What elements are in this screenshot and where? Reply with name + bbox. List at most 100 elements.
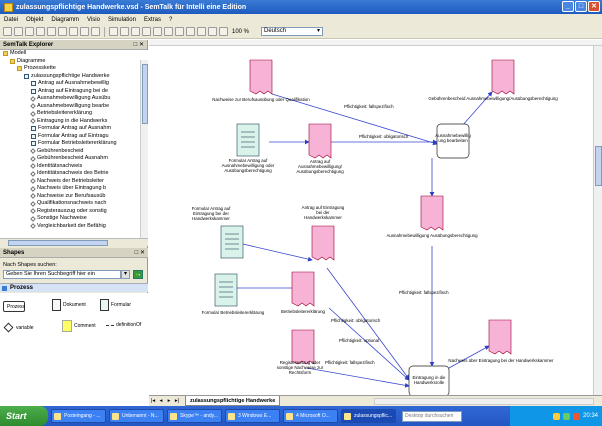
- tray-icon[interactable]: [552, 412, 560, 420]
- back-icon[interactable]: [109, 27, 118, 36]
- desktop-search-input[interactable]: Desktop durchsuchen: [402, 410, 462, 422]
- tree-item[interactable]: Antrag auf Ausnahmebewillig: [0, 80, 148, 88]
- form-betriebsleiter[interactable]: [214, 273, 238, 307]
- tree-item[interactable]: Formular Betriebsleitererklärung: [0, 140, 148, 148]
- stencil-prozess[interactable]: Prozess: [0, 283, 148, 292]
- tree-item[interactable]: Ausnahmebewilligung bearbe: [0, 103, 148, 111]
- properties-icon[interactable]: [80, 27, 89, 36]
- tree-item[interactable]: Qualifikationsnachweis nach: [0, 200, 148, 208]
- document-antrag-eintragung[interactable]: [311, 225, 335, 261]
- document-antrag-ausnahme[interactable]: [308, 123, 332, 159]
- explorer-hscroll[interactable]: [0, 238, 148, 246]
- tree-item[interactable]: Gebührenbescheid Ausnahm: [0, 155, 148, 163]
- tree-item[interactable]: Prozesskette: [0, 65, 148, 73]
- minimize-button[interactable]: _: [562, 1, 574, 12]
- form-eintragung[interactable]: [220, 225, 244, 259]
- task-item-active[interactable]: zulassungspflic...: [341, 409, 396, 423]
- diagram-vscroll[interactable]: [593, 46, 602, 395]
- print-icon[interactable]: [36, 27, 45, 36]
- task-item[interactable]: Unbenannt - N...: [109, 409, 164, 423]
- explorer-close-icon[interactable]: □ ✕: [134, 40, 144, 50]
- search-go-button[interactable]: →: [133, 270, 143, 279]
- tree-item[interactable]: Formular Antrag auf Eintragu: [0, 133, 148, 141]
- menu-extras[interactable]: Extras: [144, 17, 161, 23]
- prev-sheet-icon[interactable]: ◂: [157, 398, 165, 404]
- tray-icon[interactable]: [572, 412, 580, 420]
- scroll-thumb[interactable]: [8, 240, 108, 246]
- tree-item[interactable]: Registerauszug oder sonstig: [0, 208, 148, 216]
- start-button[interactable]: Start: [0, 406, 48, 426]
- explorer-vscroll[interactable]: [140, 60, 148, 238]
- menu-help[interactable]: ?: [169, 17, 172, 23]
- menu-objekt[interactable]: Objekt: [26, 17, 43, 23]
- menu-diagramm[interactable]: Diagramm: [51, 17, 79, 23]
- diagram-canvas[interactable]: Nachweise zur Berufsausübung oder Qualif…: [149, 46, 593, 395]
- zoom-icon[interactable]: [219, 27, 228, 36]
- grid-icon[interactable]: [186, 27, 195, 36]
- tree-item[interactable]: Modell: [0, 50, 148, 58]
- text-icon[interactable]: [164, 27, 173, 36]
- sheet-tab[interactable]: zulassungspflichtige Handwerke: [185, 396, 281, 406]
- close-button[interactable]: ✕: [588, 1, 600, 12]
- tree-item[interactable]: Gebührenbescheid: [0, 148, 148, 156]
- next-sheet-icon[interactable]: ▸: [165, 398, 173, 404]
- scroll-thumb[interactable]: [142, 64, 148, 124]
- scroll-thumb[interactable]: [595, 146, 602, 186]
- shape-search-input[interactable]: Geben Sie Ihren Suchbegriff hier ein: [3, 270, 121, 279]
- form-ausnahme[interactable]: [236, 123, 260, 157]
- tree-item[interactable]: Eintragung in die Handwerks: [0, 118, 148, 126]
- zoom-level[interactable]: 100 %: [232, 29, 249, 35]
- forward-icon[interactable]: [120, 27, 129, 36]
- tree-item[interactable]: Betriebsleitererklärung: [0, 110, 148, 118]
- diagram-hscroll[interactable]: [374, 398, 594, 405]
- down-icon[interactable]: [131, 27, 140, 36]
- shape-definition[interactable]: definitionOf: [106, 322, 141, 328]
- tray-icon[interactable]: [562, 412, 570, 420]
- table-icon[interactable]: [197, 27, 206, 36]
- tree-item[interactable]: Diagramme: [0, 58, 148, 66]
- menu-datei[interactable]: Datei: [4, 17, 18, 23]
- pointer-icon[interactable]: [142, 27, 151, 36]
- search-dropdown-icon[interactable]: ▾: [121, 270, 130, 279]
- tree-item[interactable]: Ausnahmebewilligung Ausübu: [0, 95, 148, 103]
- shape-prozess[interactable]: Prozess: [3, 301, 25, 312]
- preview-icon[interactable]: [47, 27, 56, 36]
- connector-icon[interactable]: [153, 27, 162, 36]
- tree-item[interactable]: Nachweis über Eintragung b: [0, 185, 148, 193]
- menu-visio[interactable]: Visio: [87, 17, 100, 23]
- shape-dokument[interactable]: Dokument: [52, 299, 86, 311]
- task-item[interactable]: Posteingang - ...: [51, 409, 106, 423]
- delete-icon[interactable]: [91, 27, 100, 36]
- document-nachweis-eintragung[interactable]: [488, 319, 512, 355]
- tree-item[interactable]: Nachweise zur Berufsausüb: [0, 193, 148, 201]
- save-icon[interactable]: [25, 27, 34, 36]
- filter-icon[interactable]: [69, 27, 78, 36]
- menu-simulation[interactable]: Simulation: [108, 17, 136, 23]
- layout-icon[interactable]: [208, 27, 217, 36]
- document-ausnahme-result[interactable]: [420, 195, 444, 231]
- chart-icon[interactable]: [58, 27, 67, 36]
- undo-icon[interactable]: [175, 27, 184, 36]
- document-nachweise-beruf[interactable]: [249, 59, 273, 95]
- shape-comment[interactable]: Comment: [62, 320, 96, 332]
- open-icon[interactable]: [14, 27, 23, 36]
- shapes-close-icon[interactable]: □ ✕: [135, 248, 145, 258]
- tree-item[interactable]: Nachweis der Betriebsleiter: [0, 178, 148, 186]
- document-betriebsleiter[interactable]: [291, 271, 315, 307]
- last-sheet-icon[interactable]: ▸|: [173, 398, 181, 404]
- task-item[interactable]: 3 Windows E...: [225, 409, 280, 423]
- task-item[interactable]: 4 Microsoft O...: [283, 409, 338, 423]
- language-select[interactable]: Deutsch: [261, 27, 324, 36]
- tree-item[interactable]: Sonstige Nachweise: [0, 215, 148, 223]
- document-gebuehrenbescheid[interactable]: [491, 59, 515, 95]
- tree-item[interactable]: Formular Antrag auf Ausnahm: [0, 125, 148, 133]
- tree-item[interactable]: Vergleichbarkeit der Befähig: [0, 223, 148, 231]
- shape-variable[interactable]: variable: [3, 322, 34, 333]
- shape-formular[interactable]: Formular: [100, 299, 131, 311]
- first-sheet-icon[interactable]: |◂: [149, 398, 157, 404]
- maximize-button[interactable]: □: [575, 1, 587, 12]
- tree-item[interactable]: Antrag auf Eintragung bei de: [0, 88, 148, 96]
- tree-item[interactable]: Identitätsnachweis des Betrie: [0, 170, 148, 178]
- tree-item[interactable]: zulassungspflichtige Handwerke: [0, 73, 148, 81]
- document-registerauszug[interactable]: [291, 329, 315, 365]
